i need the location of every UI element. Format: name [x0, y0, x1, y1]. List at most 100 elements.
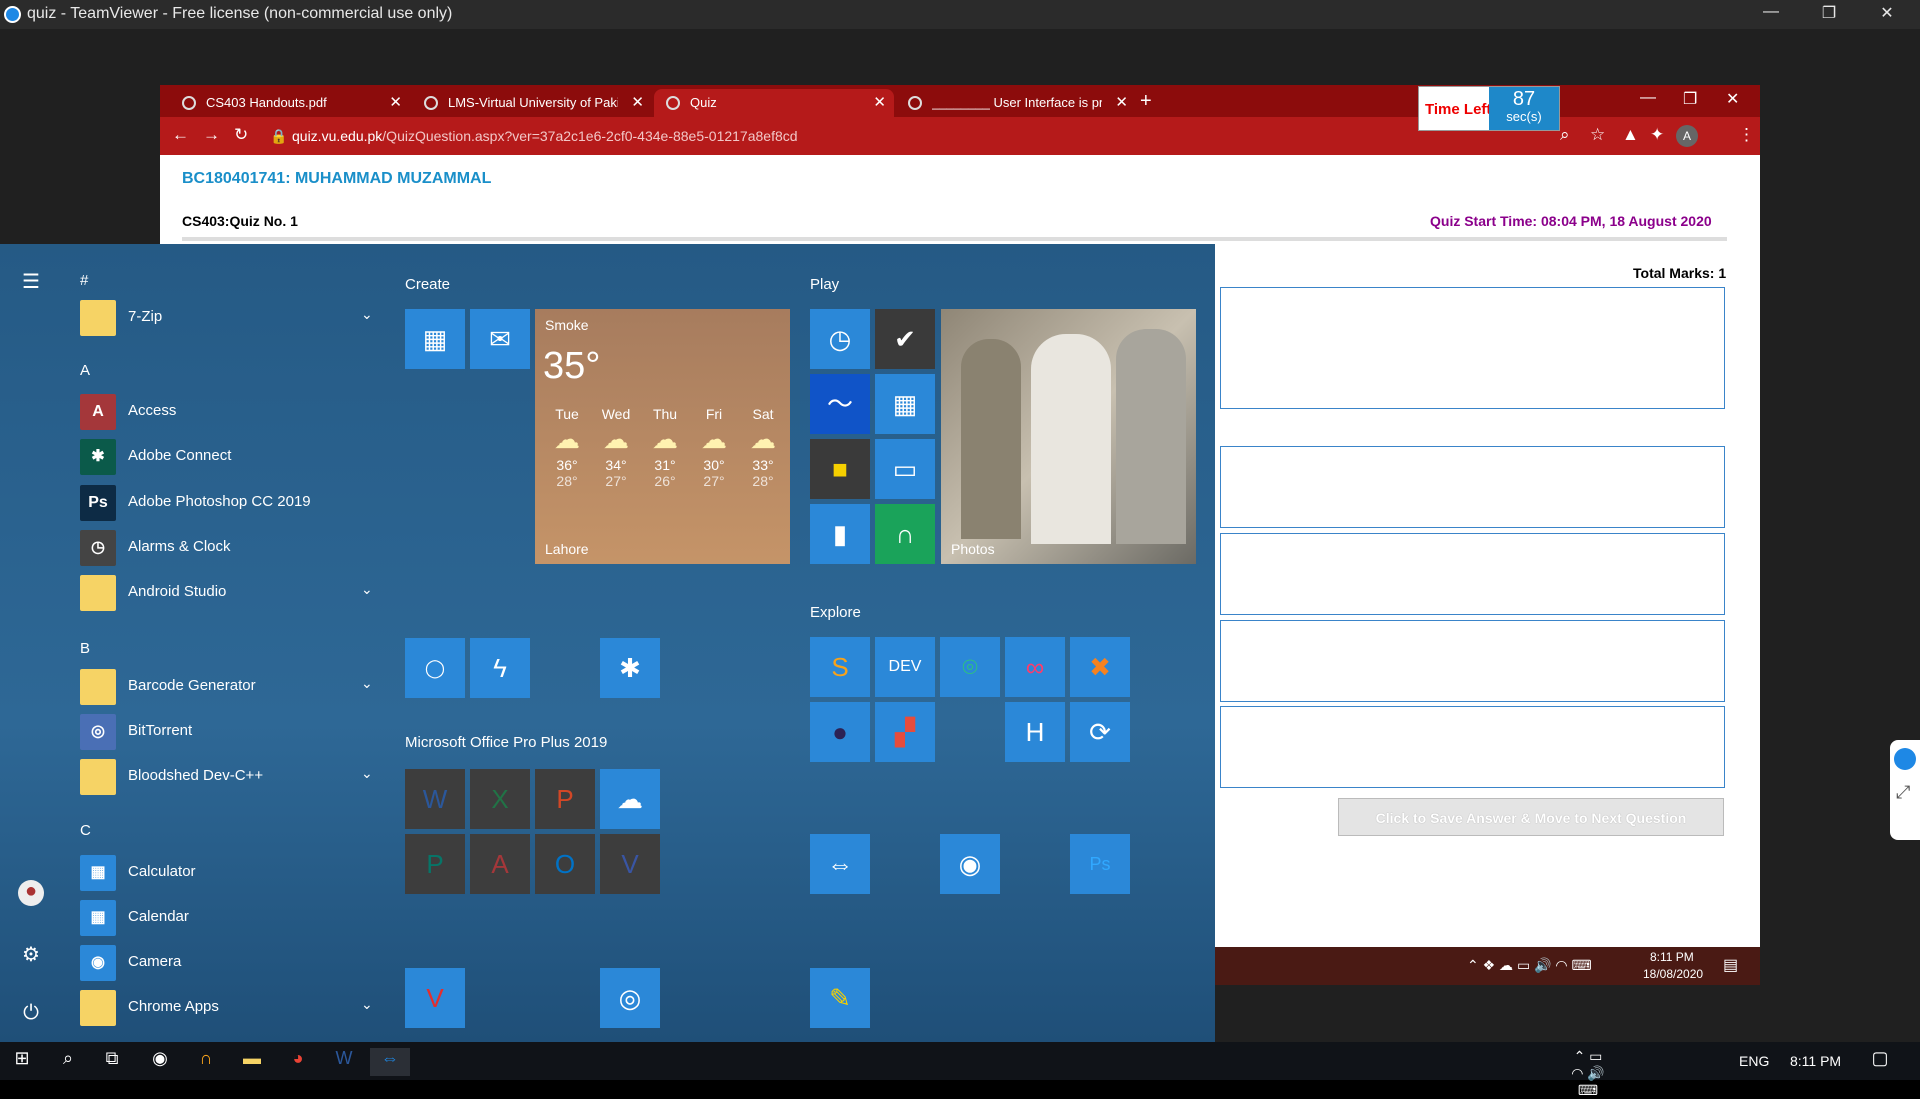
close-button[interactable]: ✕: [1864, 3, 1910, 23]
powerpoint-tile[interactable]: P: [535, 769, 595, 829]
language-indicator[interactable]: ENG: [1739, 1053, 1769, 1069]
star-icon[interactable]: ☆: [1590, 125, 1605, 145]
answer-option-4[interactable]: [1220, 706, 1725, 788]
imo-tile[interactable]: ◯: [405, 638, 465, 698]
minimize-button[interactable]: —: [1748, 3, 1794, 21]
tab-close-icon[interactable]: ✕: [873, 93, 886, 111]
clock[interactable]: 8:11 PM: [1790, 1053, 1841, 1069]
app-list-item[interactable]: ◷ Alarms & Clock: [78, 526, 378, 570]
app-list-item[interactable]: Barcode Generator ⌄: [78, 665, 378, 709]
excel-tile[interactable]: X: [470, 769, 530, 829]
question-box[interactable]: [1220, 287, 1725, 409]
puzzle-icon[interactable]: ✦: [1650, 125, 1664, 145]
teamviewer-taskbar-icon[interactable]: ⇔: [370, 1048, 410, 1076]
answer-option-3[interactable]: [1220, 620, 1725, 702]
app-list-item[interactable]: ◎ BitTorrent: [78, 710, 378, 754]
outlook-tile[interactable]: O: [535, 834, 595, 894]
chevron-down-icon[interactable]: ⌄: [361, 581, 373, 598]
vu-tile[interactable]: V: [405, 968, 465, 1028]
tab-quiz[interactable]: Quiz ✕: [654, 89, 894, 117]
notification-icon[interactable]: ▤: [1723, 955, 1738, 975]
teamviewer-side-panel[interactable]: ⤢: [1890, 740, 1920, 840]
weather-tile[interactable]: Smoke 35° Tue ☁ 36° 28° Wed ☁ 34° 27° Thu ☁ 31° 26°…: [535, 309, 790, 564]
tab-handouts[interactable]: CS403 Handouts.pdf ✕: [170, 89, 410, 117]
menu-icon[interactable]: ⋮: [1738, 125, 1755, 145]
sublime-tile[interactable]: S: [810, 637, 870, 697]
extension-icon[interactable]: ▲: [1622, 125, 1639, 145]
chrome-restore-icon[interactable]: ❐: [1683, 89, 1697, 109]
app-list-item[interactable]: ▦ Calculator: [78, 851, 378, 895]
app-list-item[interactable]: Android Studio ⌄: [78, 571, 378, 615]
chrome-minimize-icon[interactable]: —: [1640, 89, 1656, 107]
camera-app-tile[interactable]: ◉: [940, 834, 1000, 894]
maps-tile[interactable]: ⌾: [940, 637, 1000, 697]
headset-tile[interactable]: ∩: [875, 504, 935, 564]
chevron-down-icon[interactable]: ⌄: [361, 765, 373, 782]
app-list-item[interactable]: ▦ Calendar: [78, 896, 378, 940]
sticky-notes-tile[interactable]: ■: [810, 439, 870, 499]
obs-icon[interactable]: ◉: [140, 1048, 180, 1076]
colors-tile[interactable]: ▞: [875, 702, 935, 762]
eclipse-tile[interactable]: ●: [810, 702, 870, 762]
answer-option-2[interactable]: [1220, 533, 1725, 615]
visio-tile[interactable]: V: [600, 834, 660, 894]
calendar-tile[interactable]: ▦: [405, 309, 465, 369]
app-list-item[interactable]: 7-Zip ⌄: [78, 296, 378, 340]
publisher-tile[interactable]: P: [405, 834, 465, 894]
search-icon[interactable]: ⌕: [48, 1048, 88, 1076]
app-letter-header[interactable]: #: [80, 272, 88, 289]
chrome-icon[interactable]: ◕: [278, 1048, 318, 1076]
word-tile[interactable]: W: [405, 769, 465, 829]
app-letter-header[interactable]: B: [80, 640, 90, 657]
arc-icon[interactable]: ∩: [186, 1048, 226, 1076]
flickr-tile[interactable]: ∞: [1005, 637, 1065, 697]
todo-tile[interactable]: ✔: [875, 309, 935, 369]
xampp-tile[interactable]: ✖: [1070, 637, 1130, 697]
app-list-item[interactable]: ✱ Adobe Connect: [78, 435, 378, 479]
tab-google[interactable]: ________ User Interface is prefer ✕: [896, 89, 1136, 117]
teamviewer-panel-icon[interactable]: [1894, 748, 1916, 770]
app-list-item[interactable]: Ps Adobe Photoshop CC 2019: [78, 481, 378, 525]
chevron-down-icon[interactable]: ⌄: [361, 996, 373, 1013]
app-list-item[interactable]: ◉ Camera: [78, 941, 378, 985]
tab-close-icon[interactable]: ✕: [631, 93, 644, 111]
calculator-tile[interactable]: ▦: [875, 374, 935, 434]
chevron-down-icon[interactable]: ⌄: [361, 675, 373, 692]
back-icon[interactable]: ←: [172, 125, 189, 145]
messenger-tile[interactable]: ϟ: [470, 638, 530, 698]
access-tile[interactable]: A: [470, 834, 530, 894]
save-next-button[interactable]: Click to Save Answer & Move to Next Ques…: [1338, 798, 1724, 836]
app-list-item[interactable]: Chrome Apps ⌄: [78, 986, 378, 1030]
adobe-connect-tile[interactable]: ✱: [600, 638, 660, 698]
answer-option-1[interactable]: [1220, 446, 1725, 528]
tab-close-icon[interactable]: ✕: [1115, 93, 1128, 111]
bittorrent-tile[interactable]: ◎: [600, 968, 660, 1028]
chevron-down-icon[interactable]: ⌄: [361, 306, 373, 323]
tab-close-icon[interactable]: ✕: [389, 93, 402, 111]
zoom-icon[interactable]: ⌕: [1560, 125, 1570, 145]
app-list-item[interactable]: A Access: [78, 390, 378, 434]
h-tile[interactable]: H: [1005, 702, 1065, 762]
chrome-close-icon[interactable]: ✕: [1726, 89, 1739, 109]
alarms-tile[interactable]: ◷: [810, 309, 870, 369]
teamviewer-tile[interactable]: ⇔: [810, 834, 870, 894]
profile-avatar[interactable]: A: [1676, 125, 1698, 147]
fullscreen-icon[interactable]: ⤢: [1896, 782, 1914, 803]
forward-icon[interactable]: →: [203, 125, 220, 145]
photoshop-tile[interactable]: Ps: [1070, 834, 1130, 894]
snip-tile[interactable]: ✎: [810, 968, 870, 1028]
app-letter-header[interactable]: A: [80, 362, 90, 379]
onedrive-tile[interactable]: ☁: [600, 769, 660, 829]
mail-tile[interactable]: ✉: [470, 309, 530, 369]
action-center-icon[interactable]: ▢: [1860, 1048, 1900, 1076]
whiteboard-tile[interactable]: 〜: [810, 374, 870, 434]
devcpp-tile[interactable]: DEV: [875, 637, 935, 697]
new-tab-button[interactable]: +: [1140, 90, 1152, 113]
photos-tile[interactable]: Photos: [941, 309, 1196, 564]
app-letter-header[interactable]: C: [80, 822, 91, 839]
reload-icon[interactable]: ↻: [234, 125, 248, 145]
word-icon[interactable]: W: [324, 1048, 364, 1076]
tab-lms[interactable]: LMS-Virtual University of Pakistan ✕: [412, 89, 652, 117]
voice-recorder-tile[interactable]: ▮: [810, 504, 870, 564]
sync-tile[interactable]: ⟳: [1070, 702, 1130, 762]
